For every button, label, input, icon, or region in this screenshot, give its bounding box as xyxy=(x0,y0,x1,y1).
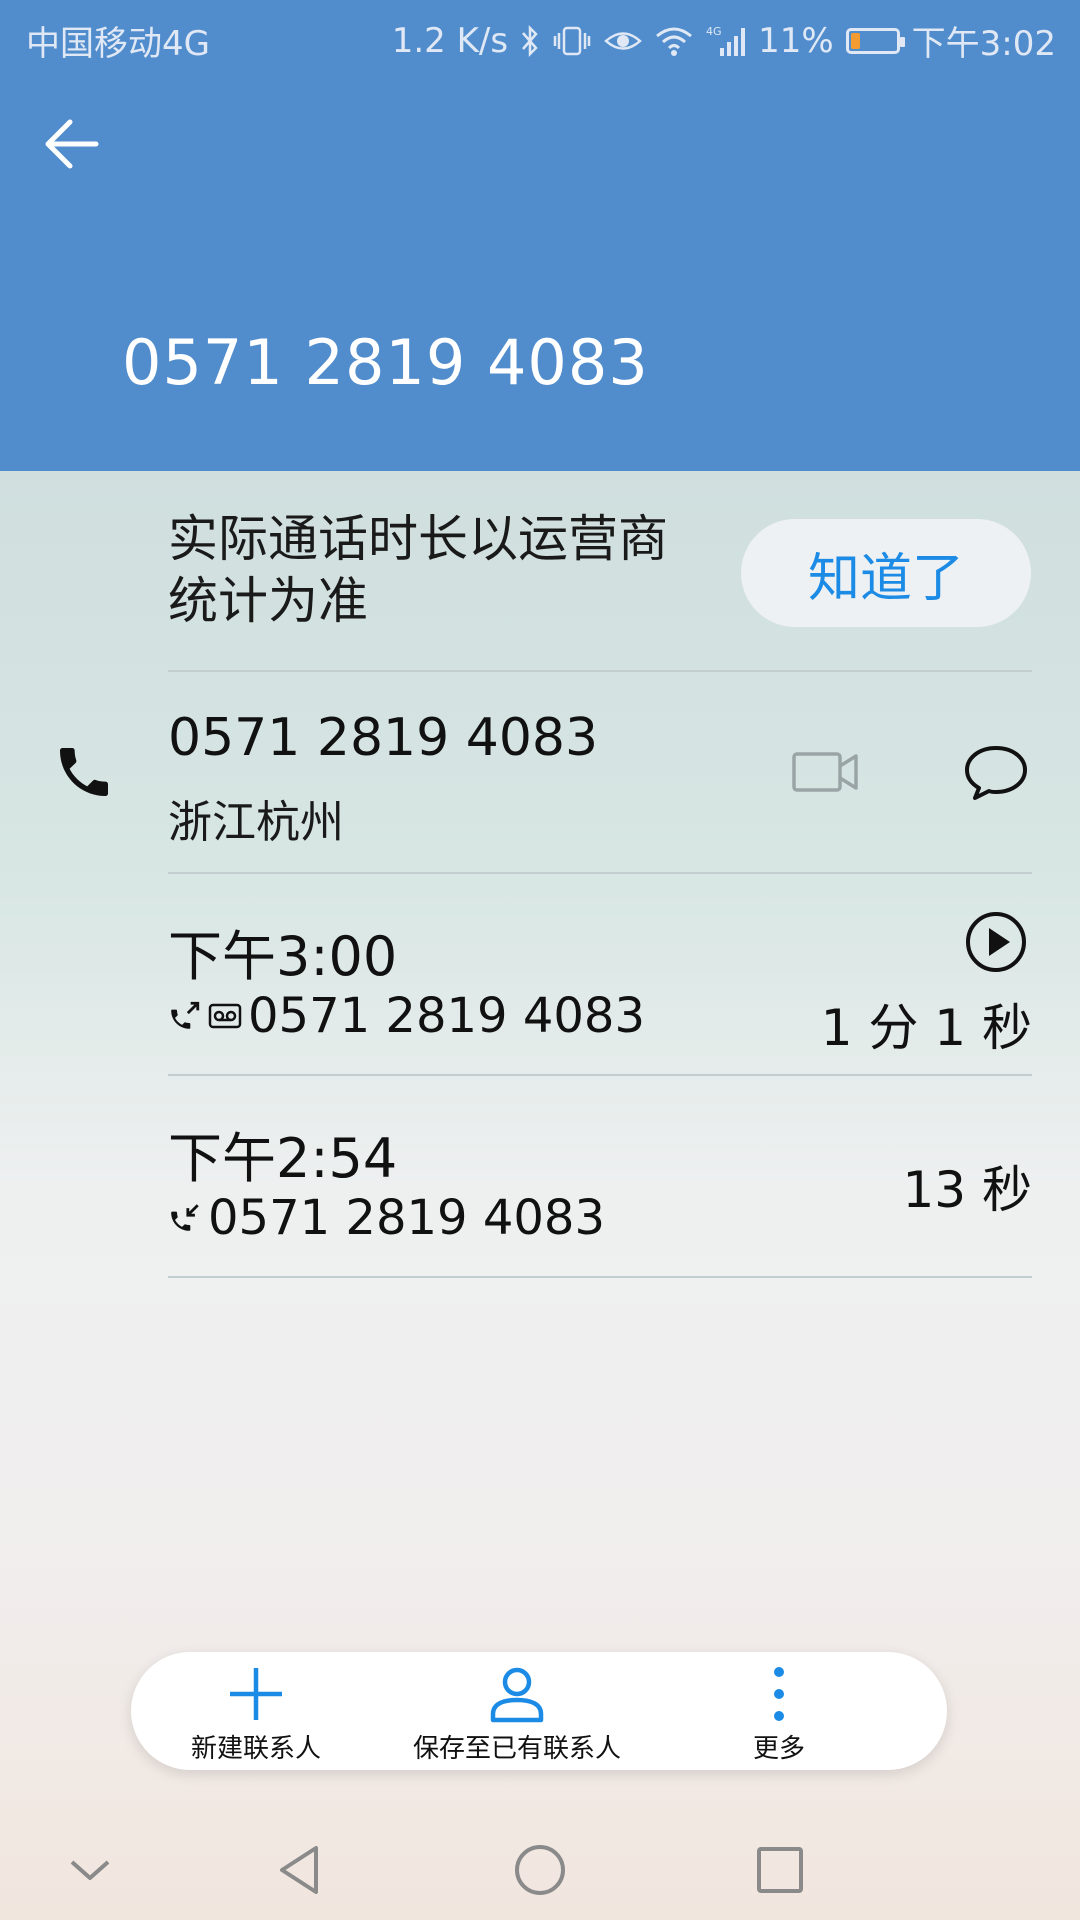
call-detail-line: 0571 2819 4083 xyxy=(168,988,645,1044)
divider xyxy=(168,872,1032,874)
divider xyxy=(168,1276,1032,1278)
more-label: 更多 xyxy=(752,1734,805,1764)
clock: 下午3:02 xyxy=(911,24,1056,64)
more-button[interactable]: 更多 xyxy=(747,1662,811,1765)
battery-icon xyxy=(845,27,905,54)
svg-text:4G: 4G xyxy=(706,25,722,38)
voicemail-icon xyxy=(208,999,242,1033)
carrier-label: 中国移动4G xyxy=(26,24,210,64)
got-it-button[interactable]: 知道了 xyxy=(741,519,1031,627)
call-time: 下午3:00 xyxy=(168,925,398,988)
contact-location: 浙江杭州 xyxy=(168,797,344,848)
duration-notice: 实际通话时长以运营商统计为准 xyxy=(168,510,668,630)
message-icon[interactable] xyxy=(964,740,1028,804)
play-icon[interactable] xyxy=(964,910,1028,974)
signal-4g-icon: 4G xyxy=(706,24,746,58)
eye-icon xyxy=(604,24,642,58)
header: 中国移动4G 1.2 K/s 4G 11% 下午3:02 0571 2819 4… xyxy=(0,0,1080,471)
status-bar: 中国移动4G 1.2 K/s 4G 11% 下午3:02 xyxy=(0,0,1080,76)
system-nav-bar xyxy=(0,1820,1080,1920)
call-duration: 1 分 1 秒 xyxy=(820,999,1032,1057)
back-button[interactable] xyxy=(40,112,104,176)
incoming-call-icon xyxy=(168,1201,202,1235)
new-contact-button[interactable]: 新建联系人 xyxy=(191,1662,321,1765)
net-speed: 1.2 K/s xyxy=(391,20,509,61)
save-to-existing-label: 保存至已有联系人 xyxy=(413,1734,622,1764)
call-number: 0571 2819 4083 xyxy=(248,988,645,1044)
plus-icon xyxy=(230,1668,282,1720)
back-arrow-icon xyxy=(45,119,99,169)
bottom-action-bar: 新建联系人 保存至已有联系人 更多 xyxy=(131,1652,947,1770)
person-icon xyxy=(490,1667,544,1723)
status-bar-right: 1.2 K/s 4G 11% 下午3:02 xyxy=(392,16,1056,65)
outgoing-call-icon xyxy=(168,999,202,1033)
more-vertical-icon xyxy=(774,1667,784,1721)
page-title-number: 0571 2819 4083 xyxy=(122,326,649,399)
recents-square-icon[interactable] xyxy=(750,1840,810,1900)
wifi-icon xyxy=(654,24,694,58)
contact-number[interactable]: 0571 2819 4083 xyxy=(168,708,598,768)
vibrate-icon xyxy=(552,24,592,58)
new-contact-label: 新建联系人 xyxy=(191,1734,322,1764)
phone-icon[interactable] xyxy=(52,740,116,804)
back-triangle-icon[interactable] xyxy=(270,1840,330,1900)
save-to-existing-contact-button[interactable]: 保存至已有联系人 xyxy=(413,1662,621,1765)
call-time: 下午2:54 xyxy=(168,1127,398,1190)
call-number: 0571 2819 4083 xyxy=(208,1190,605,1246)
bluetooth-icon xyxy=(520,24,540,58)
call-detail-line: 0571 2819 4083 xyxy=(168,1190,605,1246)
video-call-icon[interactable] xyxy=(792,748,860,796)
chevron-down-icon[interactable] xyxy=(60,1840,120,1900)
home-circle-icon[interactable] xyxy=(510,1840,570,1900)
divider xyxy=(168,670,1032,672)
call-duration: 13 秒 xyxy=(902,1161,1032,1219)
battery-percent: 11% xyxy=(758,20,834,61)
divider xyxy=(168,1074,1032,1076)
